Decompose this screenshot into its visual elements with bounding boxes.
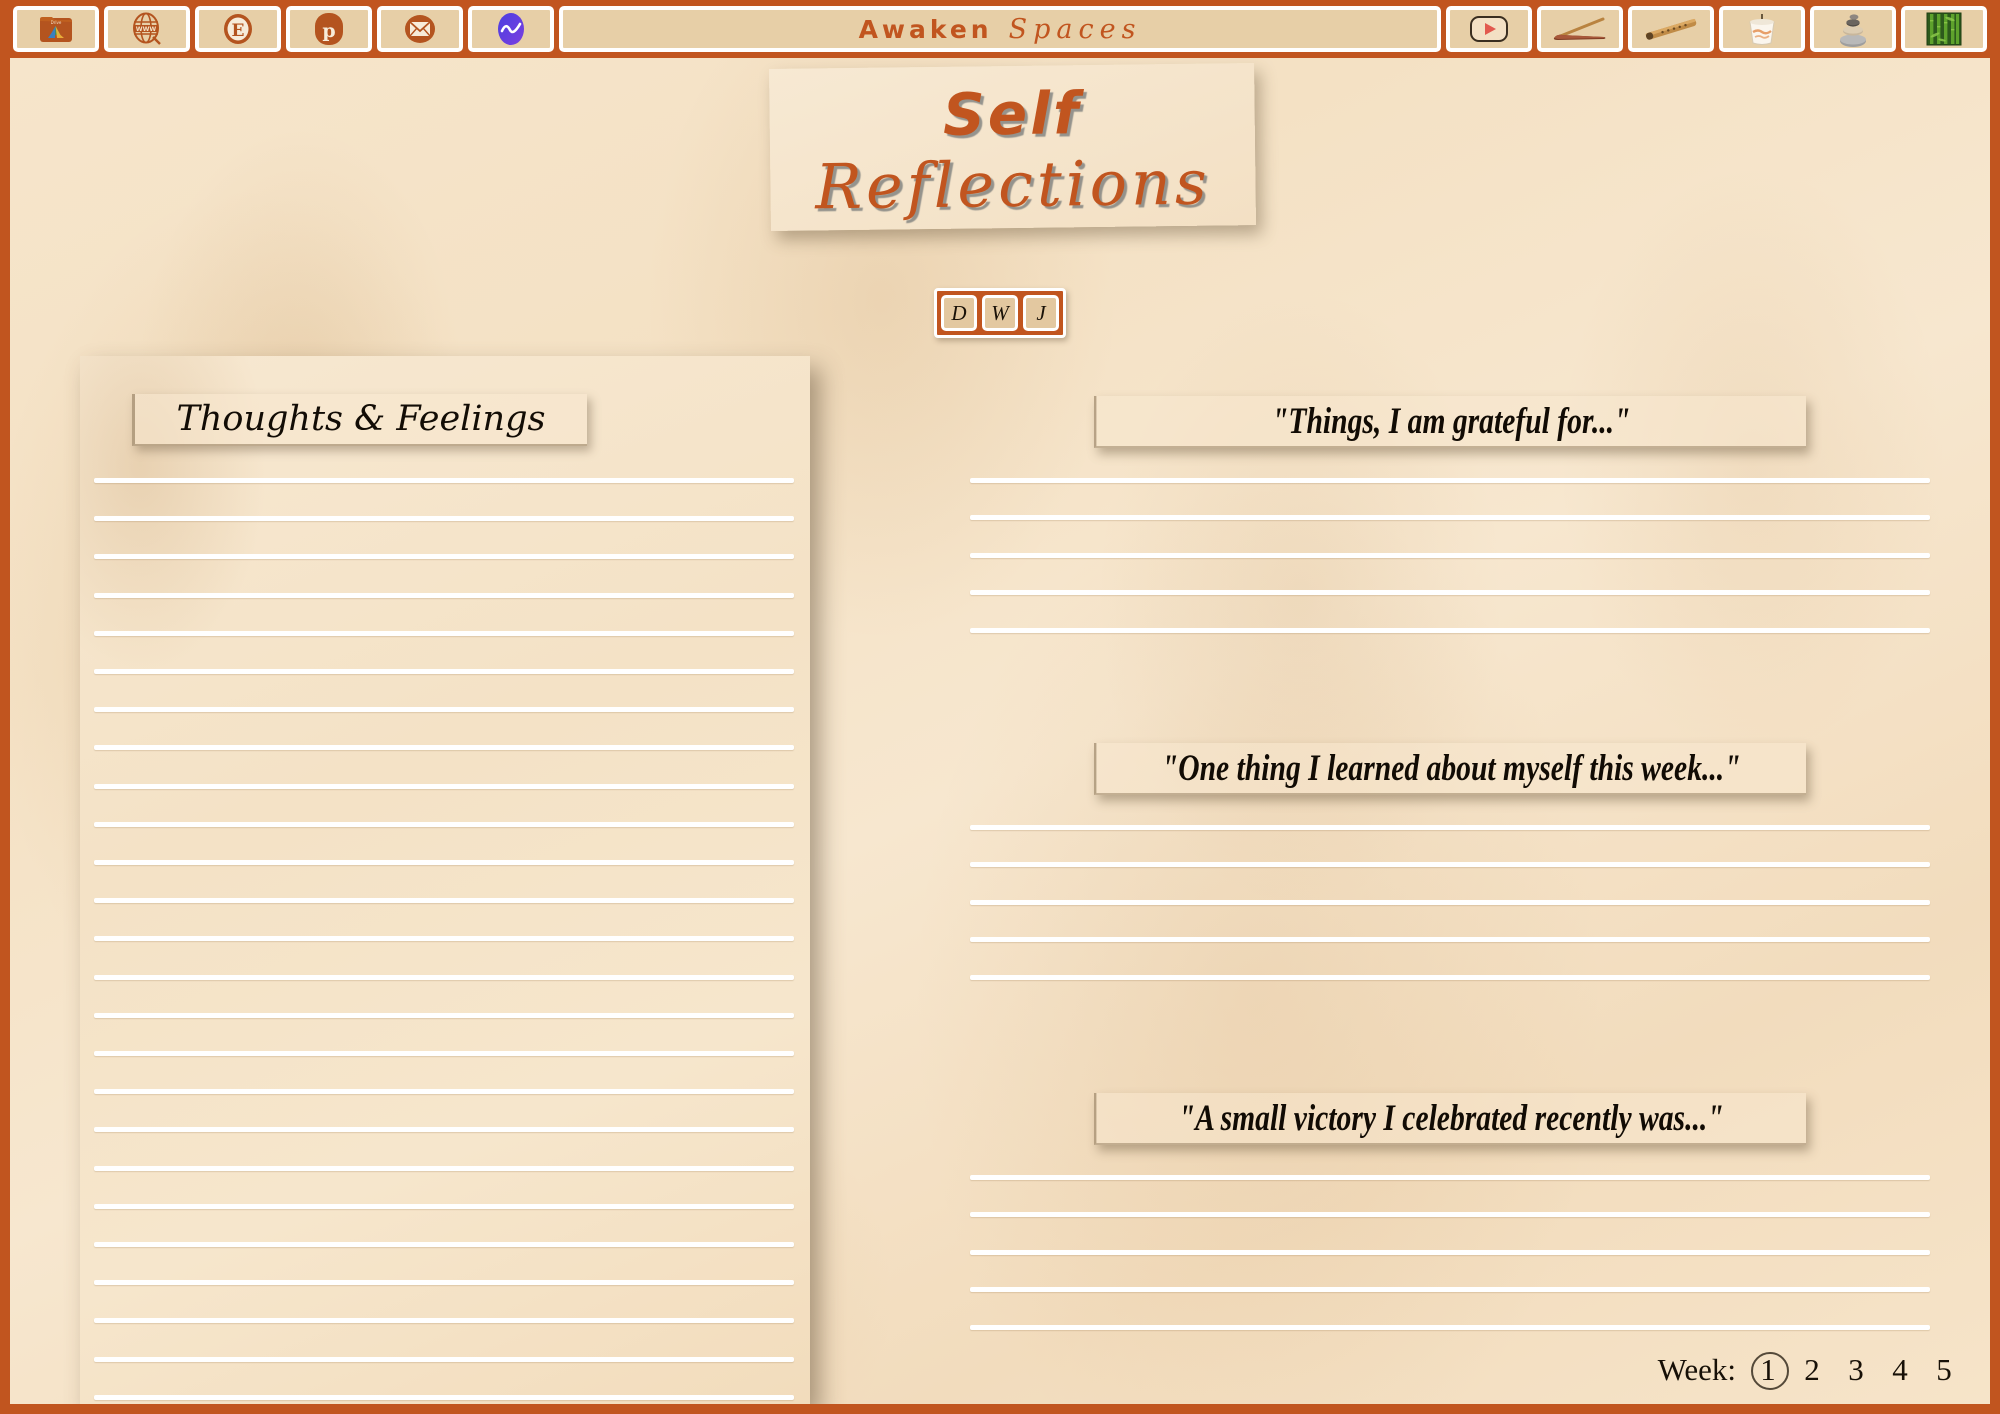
- svg-text:Drive: Drive: [51, 20, 62, 25]
- ruled-line[interactable]: [94, 1356, 794, 1362]
- www-globe-icon[interactable]: WWW: [104, 6, 190, 52]
- ruled-line[interactable]: [94, 630, 794, 636]
- ruled-line[interactable]: [94, 745, 794, 751]
- page-title-line1: Self: [942, 79, 1082, 149]
- ruled-line[interactable]: [970, 1212, 1930, 1218]
- ruled-line[interactable]: [94, 1012, 794, 1018]
- victory-lines[interactable]: [970, 1175, 1930, 1365]
- ruled-line[interactable]: [970, 515, 1930, 521]
- svg-text:p: p: [322, 20, 335, 42]
- ruled-line[interactable]: [94, 1051, 794, 1056]
- ruled-line[interactable]: [94, 1089, 794, 1095]
- email-icon[interactable]: [377, 6, 463, 52]
- ruled-line[interactable]: [94, 1203, 794, 1209]
- ruled-line[interactable]: [970, 1287, 1930, 1293]
- ruled-line[interactable]: [970, 552, 1930, 558]
- ruled-line[interactable]: [94, 592, 794, 598]
- week-selector: Week: 1 2 3 4 5: [1657, 1352, 1966, 1390]
- page-title-line2: Reflections: [814, 145, 1212, 224]
- ruled-line[interactable]: [94, 1280, 794, 1286]
- thoughts-feelings-lines[interactable]: [94, 478, 794, 1400]
- ruled-line[interactable]: [970, 1324, 1930, 1330]
- top-toolbar: Drive WWW E p Awaken Spaces: [0, 0, 2000, 58]
- drive-folder-icon[interactable]: Drive: [13, 6, 99, 52]
- prompt-heading-victory: "A small victory I celebrated recently w…: [1094, 1093, 1806, 1145]
- page-canvas: Self Reflections D W J Thoughts & Feelin…: [10, 58, 1990, 1404]
- ruled-line[interactable]: [970, 1175, 1930, 1180]
- learned-lines[interactable]: [970, 825, 1930, 1015]
- gratitude-lines[interactable]: [970, 478, 1930, 668]
- ruled-line[interactable]: [970, 1249, 1930, 1255]
- ruled-line[interactable]: [94, 1394, 794, 1400]
- prompt-heading-gratitude: "Things, I am grateful for...": [1094, 396, 1806, 448]
- candle-icon[interactable]: [1719, 6, 1805, 52]
- bamboo-glyph: [1926, 12, 1962, 46]
- week-option-3[interactable]: 3: [1834, 1352, 1878, 1388]
- ruled-line[interactable]: [970, 974, 1930, 980]
- youtube-glyph: [1470, 16, 1508, 42]
- week-option-5[interactable]: 5: [1922, 1352, 1966, 1388]
- flute-icon[interactable]: [1628, 6, 1714, 52]
- svg-text:E: E: [232, 21, 245, 41]
- drive-folder-glyph: Drive: [40, 17, 72, 42]
- ruled-line[interactable]: [94, 516, 794, 522]
- monday-icon[interactable]: [468, 6, 554, 52]
- ruled-line[interactable]: [94, 1127, 794, 1133]
- ruled-line[interactable]: [94, 898, 794, 904]
- ruled-line[interactable]: [94, 478, 794, 483]
- app-window: Drive WWW E p Awaken Spaces Self Reflect…: [0, 0, 2000, 1414]
- bamboo-icon[interactable]: [1901, 6, 1987, 52]
- tab-weekly[interactable]: W: [982, 295, 1018, 331]
- ruled-line[interactable]: [94, 1165, 794, 1171]
- etsy-glyph: E: [224, 14, 252, 44]
- week-option-2[interactable]: 2: [1790, 1352, 1834, 1388]
- app-title-bold: Awaken: [858, 14, 993, 44]
- candle-glyph: [1749, 14, 1775, 45]
- ruled-line[interactable]: [94, 707, 794, 713]
- ruled-line[interactable]: [94, 783, 794, 789]
- ruled-line[interactable]: [94, 554, 794, 560]
- monday-glyph: [498, 13, 524, 45]
- incense-glyph: [1553, 17, 1606, 40]
- zen-stones-icon[interactable]: [1810, 6, 1896, 52]
- ruled-line[interactable]: [94, 669, 794, 674]
- svg-text:WWW: WWW: [136, 26, 157, 33]
- etsy-icon[interactable]: E: [195, 6, 281, 52]
- week-option-1[interactable]: 1: [1746, 1352, 1790, 1390]
- week-option-4[interactable]: 4: [1878, 1352, 1922, 1388]
- zen-stones-glyph: [1840, 14, 1866, 47]
- pinterest-glyph: p: [315, 13, 343, 45]
- week-label: Week:: [1657, 1352, 1736, 1387]
- ruled-line[interactable]: [970, 478, 1930, 483]
- ruled-line[interactable]: [970, 862, 1930, 868]
- app-title-italic: Spaces: [1008, 13, 1142, 45]
- incense-stick-icon[interactable]: [1537, 6, 1623, 52]
- mode-tab-group: D W J: [934, 288, 1066, 338]
- page-title-card: Self Reflections: [769, 63, 1256, 231]
- app-title-bar: Awaken Spaces: [559, 6, 1441, 52]
- www-globe-glyph: WWW: [133, 12, 161, 45]
- ruled-line[interactable]: [94, 1318, 794, 1324]
- pinterest-icon[interactable]: p: [286, 6, 372, 52]
- ruled-line[interactable]: [94, 974, 794, 980]
- ruled-line[interactable]: [94, 1242, 794, 1247]
- email-glyph: [405, 15, 435, 43]
- ruled-line[interactable]: [970, 899, 1930, 905]
- tab-daily[interactable]: D: [941, 295, 977, 331]
- tab-journal[interactable]: J: [1023, 295, 1059, 331]
- ruled-line[interactable]: [970, 825, 1930, 830]
- ruled-line[interactable]: [970, 937, 1930, 943]
- thoughts-feelings-heading: Thoughts & Feelings: [132, 394, 587, 446]
- ruled-line[interactable]: [94, 936, 794, 942]
- ruled-line[interactable]: [94, 860, 794, 865]
- ruled-line[interactable]: [970, 590, 1930, 596]
- youtube-icon[interactable]: [1446, 6, 1532, 52]
- prompt-heading-learned: "One thing I learned about myself this w…: [1094, 743, 1806, 795]
- ruled-line[interactable]: [94, 821, 794, 827]
- flute-glyph: [1645, 18, 1697, 40]
- ruled-line[interactable]: [970, 627, 1930, 633]
